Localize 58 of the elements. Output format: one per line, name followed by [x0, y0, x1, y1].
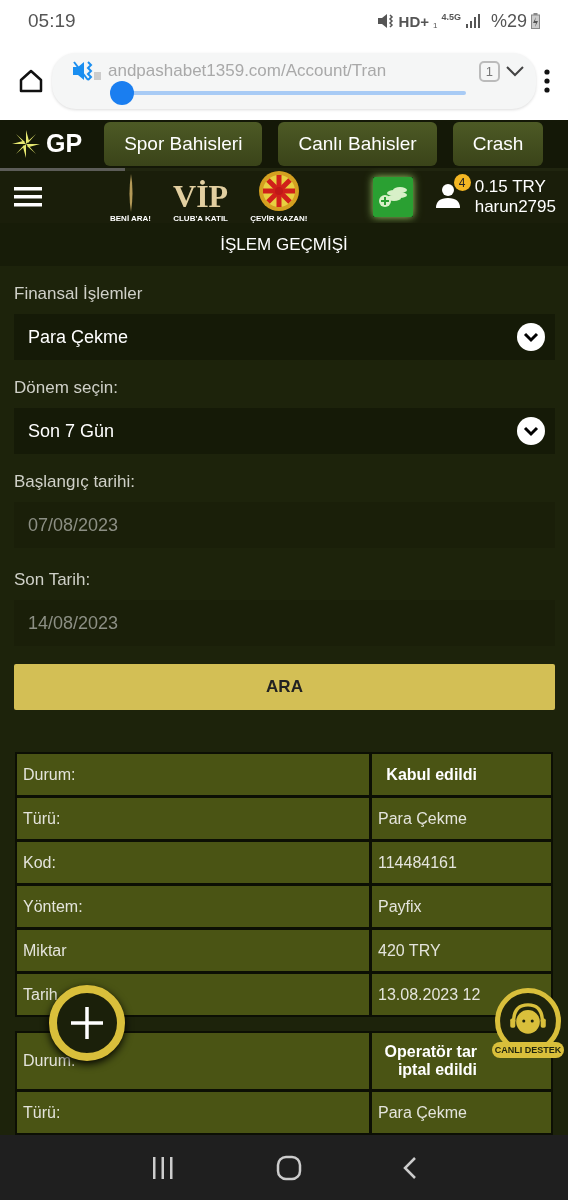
field-label: Başlangıç tarihi: — [14, 472, 136, 492]
sound-slider[interactable] — [112, 83, 466, 103]
plus-icon — [69, 1005, 105, 1041]
field-label: Finansal İşlemler — [14, 284, 144, 304]
more-icon[interactable] — [544, 69, 550, 93]
table-cell: Türü: — [17, 1092, 369, 1133]
deposit-coins-icon[interactable] — [372, 177, 413, 218]
recent-apps-icon[interactable] — [150, 1156, 175, 1179]
home-icon[interactable] — [18, 68, 44, 94]
prize-wheel-icon[interactable] — [257, 170, 300, 213]
field-label: Son Tarih: — [14, 570, 92, 590]
chevron-down-icon — [517, 323, 545, 351]
table-cell: Yöntem: — [17, 886, 369, 927]
username-text: harun2795 — [474, 197, 556, 218]
user-icon[interactable] — [434, 182, 461, 209]
network-generation: 4.5G — [441, 12, 461, 22]
date-field[interactable]: 14/08/2023 — [14, 600, 555, 646]
table-cell: Kod: — [17, 842, 369, 883]
table-cell: Para Çekme — [372, 798, 551, 839]
nav-button[interactable]: Canlı Bahisler — [278, 121, 437, 166]
nav-button[interactable]: Spor Bahisleri — [104, 121, 263, 166]
promo-caption[interactable]: CLUB'A KATIL — [173, 214, 228, 224]
chevron-down-icon — [517, 417, 545, 445]
battery-icon — [531, 13, 540, 29]
url-text: andpashabet1359.com/Account/Tran — [108, 61, 388, 81]
table-cell: Durum: — [17, 754, 369, 795]
field-label: Dönem seçin: — [14, 378, 119, 398]
select-field[interactable]: Para Çekme — [14, 314, 555, 360]
address-bar[interactable]: andpashabet1359.com/Account/Tran 1 — [52, 53, 536, 109]
vibrate-icon — [376, 13, 395, 29]
nav-button[interactable]: Crash — [452, 121, 544, 166]
page-title: İŞLEM GEÇMİŞİ — [0, 223, 568, 266]
menu-icon[interactable] — [14, 187, 42, 208]
table-cell: 114484161 — [372, 842, 551, 883]
promo-caption[interactable]: BENİ ARA! — [110, 214, 152, 224]
status-time: 05:19 — [28, 10, 76, 32]
search-button[interactable]: ARA — [14, 664, 555, 710]
table-cell: Türü: — [17, 798, 369, 839]
promo-caption[interactable]: ÇEVİR KAZAN! — [250, 214, 308, 224]
table-cell: Kabul edildi — [372, 754, 551, 795]
select-field[interactable]: Son 7 Gün — [14, 408, 555, 454]
balance-text: 0.15 TRY — [474, 177, 547, 198]
battery-percent: %29 — [490, 10, 527, 32]
chevron-down-icon[interactable] — [506, 65, 524, 77]
network-sub-label: 1 — [433, 20, 438, 30]
tab-count-button[interactable]: 1 — [478, 60, 500, 82]
signal-icon — [464, 14, 481, 28]
logo-text: GP — [46, 129, 83, 159]
network-label: HD+ — [398, 12, 429, 30]
vip-logo[interactable]: VİP — [173, 180, 229, 213]
table-cell: Miktar — [17, 930, 369, 971]
date-field[interactable]: 07/08/2023 — [14, 502, 555, 548]
table-cell: Para Çekme — [372, 1092, 551, 1133]
mute-icon — [72, 60, 102, 82]
back-icon[interactable] — [403, 1155, 418, 1180]
table-cell: 420 TRY — [372, 930, 551, 971]
notification-badge: 4 — [453, 174, 471, 192]
table-cell: Payfix — [372, 886, 551, 927]
